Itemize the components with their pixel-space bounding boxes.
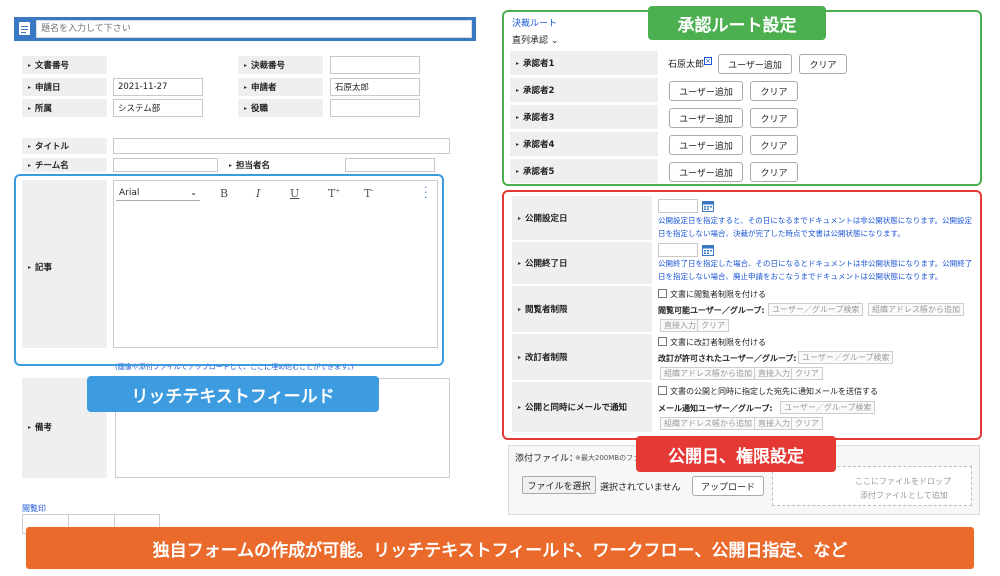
seal-label: 閲覧印 <box>22 504 46 513</box>
apply-date-label: 申請日 <box>22 78 107 96</box>
position-label: 役職 <box>238 99 323 117</box>
publish-highlight-frame <box>502 190 982 440</box>
no-file-text: 選択されていません <box>600 483 681 493</box>
drop-zone-text-2: 添付ファイルとして追加 <box>860 491 948 500</box>
richtext-callout: リッチテキストフィールド <box>87 376 379 412</box>
dept-label: 所属 <box>22 99 107 117</box>
applicant-label: 申請者 <box>238 78 323 96</box>
applicant-input[interactable]: 石原太郎 <box>330 78 420 96</box>
position-input[interactable] <box>330 99 420 117</box>
team-label: チーム名 <box>22 158 107 172</box>
approval-route-callout: 承認ルート設定 <box>648 6 826 40</box>
approval-no-input[interactable] <box>330 56 420 74</box>
dept-input[interactable]: システム部 <box>113 99 203 117</box>
manager-label: 担当者名 <box>223 158 338 172</box>
team-input[interactable] <box>113 158 218 172</box>
approval-no-label: 決裁番号 <box>238 56 323 74</box>
apply-date-input[interactable]: 2021-11-27 <box>113 78 203 96</box>
document-icon <box>19 22 30 35</box>
upload-button[interactable]: アップロード <box>692 476 764 496</box>
feature-banner: 独自フォームの作成が可能。リッチテキストフィールド、ワークフロー、公開日指定、な… <box>26 527 974 569</box>
title-input[interactable] <box>36 20 472 38</box>
doc-no-label: 文書番号 <box>22 56 107 74</box>
attachment-limit-note: ※最大200MBのファ <box>575 454 641 462</box>
drop-zone-text-1: ここにファイルをドロップ <box>855 477 951 486</box>
choose-file-button[interactable]: ファイルを選択 <box>522 476 596 494</box>
title-field-input[interactable] <box>113 138 450 154</box>
manager-input[interactable] <box>345 158 435 172</box>
title-label: タイトル <box>22 138 107 154</box>
attachment-label: 添付ファイル： <box>515 454 579 464</box>
remarks-label: 備考 <box>22 418 107 436</box>
richtext-highlight-frame <box>14 174 444 366</box>
publish-callout: 公開日、権限設定 <box>636 436 836 472</box>
